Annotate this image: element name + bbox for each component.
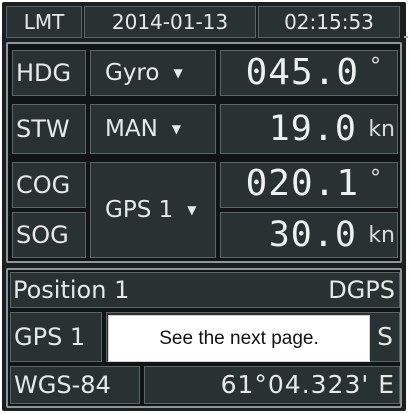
time-display: 02:15:53 xyxy=(258,6,400,38)
hdg-source-value: Gyro xyxy=(105,60,160,86)
longitude-box: 61°04.323' E xyxy=(144,366,400,404)
datum-label: WGS-84 xyxy=(10,366,140,404)
cog-sog-source-value: GPS 1 xyxy=(105,197,174,223)
stw-unit: kn xyxy=(368,117,395,142)
stw-value: 19.0 xyxy=(268,109,357,149)
cog-value-box: 020.1 ° xyxy=(220,162,398,208)
position-title: Position 1 xyxy=(13,276,130,304)
sog-unit: kn xyxy=(368,223,395,248)
see-next-page-callout: See the next page. xyxy=(108,315,370,362)
position-title-bar: Position 1 DGPS xyxy=(10,272,400,308)
longitude-value: 61°04.323' E xyxy=(220,370,395,399)
stw-label: STW xyxy=(12,104,86,154)
cog-value: 020.1 xyxy=(245,163,359,204)
cog-label: COG xyxy=(12,162,86,208)
hdg-value: 045.0 xyxy=(245,52,359,93)
chevron-down-icon: ▼ xyxy=(187,203,197,217)
stw-source-dropdown[interactable]: MAN ▼ xyxy=(90,104,216,154)
cog-sog-source-dropdown[interactable]: GPS 1 ▼ xyxy=(90,162,216,258)
latitude-hemisphere: S xyxy=(377,322,393,351)
sog-label: SOG xyxy=(12,212,86,258)
hdg-source-dropdown[interactable]: Gyro ▼ xyxy=(90,50,216,96)
chevron-down-icon: ▼ xyxy=(173,66,183,80)
hdg-value-box: 045.0 ° xyxy=(220,50,398,96)
cog-unit: ° xyxy=(370,166,381,191)
sog-value: 30.0 xyxy=(268,215,357,255)
time-mode-label: LMT xyxy=(6,6,82,38)
hdg-label: HDG xyxy=(12,50,86,96)
position-source[interactable]: GPS 1 xyxy=(10,312,102,362)
date-display: 2014-01-13 xyxy=(84,6,256,38)
stw-source-value: MAN xyxy=(105,116,158,142)
hdg-unit: ° xyxy=(370,54,381,79)
fix-type-badge: DGPS xyxy=(328,276,395,304)
chevron-down-icon: ▼ xyxy=(171,122,182,136)
edge-tick xyxy=(404,36,408,38)
sog-value-box: 30.0 kn xyxy=(220,212,398,258)
stw-value-box: 19.0 kn xyxy=(220,104,398,154)
